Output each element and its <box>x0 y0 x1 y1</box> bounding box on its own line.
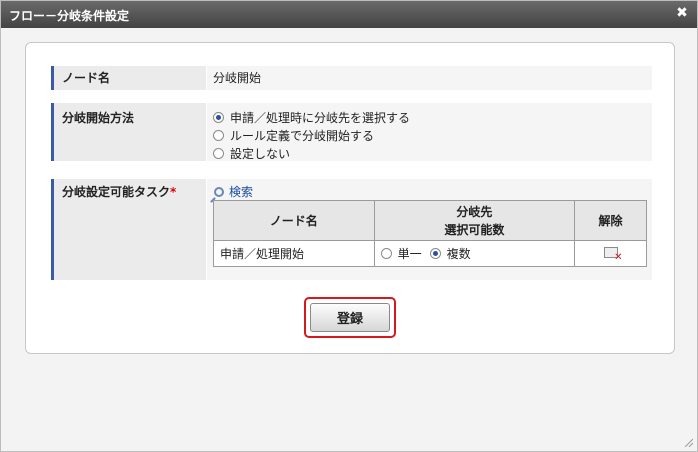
radio-multiple-icon[interactable] <box>429 248 441 259</box>
single-label: 単一 <box>397 247 422 261</box>
option-label: 申請／処理時に分岐先を選択する <box>230 111 411 125</box>
branch-count-cell: 単一 複数 <box>373 240 576 267</box>
branch-method-option-none[interactable]: 設定しない <box>213 145 290 162</box>
resize-grip-icon[interactable] <box>683 437 693 447</box>
column-header-branch-count: 分岐先 選択可能数 <box>373 200 576 241</box>
branch-task-label-text: 分岐設定可能タスク <box>62 185 171 199</box>
branch-header-line1: 分岐先 <box>456 204 493 219</box>
task-node-name: 申請／処理開始 <box>213 240 375 267</box>
radio-icon[interactable] <box>213 148 224 159</box>
table-row: 申請／処理開始 単一 複数 ✕ <box>213 240 647 267</box>
dialog-title: フロー－分岐条件設定 <box>9 9 130 23</box>
search-icon <box>214 187 224 197</box>
branch-task-area: 検索 ノード名 分岐先 選択可能数 解除 申請／処理開始 単一 複数 ✕ <box>207 179 652 280</box>
search-label: 検索 <box>229 185 254 199</box>
radio-selected-icon[interactable] <box>213 112 224 123</box>
option-label: 設定しない <box>230 147 291 161</box>
branch-method-option-rule[interactable]: ルール定義で分岐開始する <box>213 127 374 144</box>
column-header-node-name: ノード名 <box>213 200 375 241</box>
dialog-titlebar[interactable]: フロー－分岐条件設定 ✖ <box>1 1 697 28</box>
required-mark: * <box>170 185 177 199</box>
register-button[interactable]: 登録 <box>310 303 390 332</box>
radio-icon[interactable] <box>213 130 224 141</box>
radio-single-icon[interactable] <box>380 248 392 259</box>
search-link[interactable]: 検索 <box>214 183 253 200</box>
branch-condition-dialog: フロー－分岐条件設定 ✖ ノード名 分岐開始 分岐開始方法 申請／処理時に分岐先… <box>0 0 698 452</box>
delete-icon[interactable]: ✕ <box>603 246 623 262</box>
register-button-highlight: 登録 <box>304 297 396 338</box>
branch-method-options: 申請／処理時に分岐先を選択する ルール定義で分岐開始する 設定しない <box>207 103 652 161</box>
branch-header-line2: 選択可能数 <box>444 222 505 237</box>
form-panel: ノード名 分岐開始 分岐開始方法 申請／処理時に分岐先を選択する ルール定義で分… <box>25 42 675 354</box>
option-label: ルール定義で分岐開始する <box>230 129 375 143</box>
column-header-release: 解除 <box>574 200 647 241</box>
node-name-value: 分岐開始 <box>207 66 652 90</box>
branch-task-label: 分岐設定可能タスク* <box>51 179 206 280</box>
node-name-label: ノード名 <box>51 66 206 90</box>
branch-method-option-select[interactable]: 申請／処理時に分岐先を選択する <box>213 109 410 126</box>
close-icon[interactable]: ✖ <box>675 6 689 20</box>
multiple-label: 複数 <box>446 247 471 261</box>
task-table: ノード名 分岐先 選択可能数 解除 申請／処理開始 単一 複数 ✕ <box>213 200 647 267</box>
branch-method-label: 分岐開始方法 <box>51 103 206 161</box>
release-cell: ✕ <box>574 240 647 267</box>
